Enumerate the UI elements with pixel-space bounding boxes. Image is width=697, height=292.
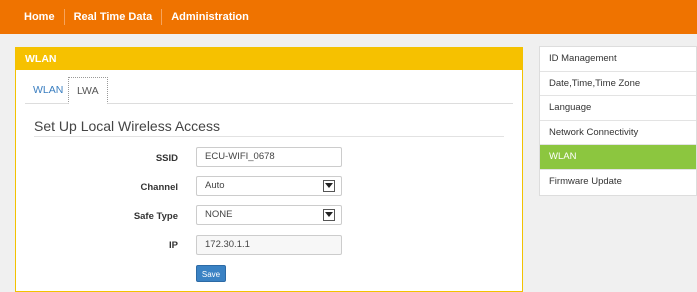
- safe-type-label: Safe Type: [133, 211, 178, 222]
- channel-select[interactable]: Auto: [196, 176, 342, 196]
- safe-type-value: NONE: [205, 209, 233, 220]
- section-divider: [34, 136, 504, 137]
- ip-input[interactable]: 172.30.1.1: [196, 235, 342, 255]
- ip-value: 172.30.1.1: [205, 239, 250, 250]
- sidebar-item-language[interactable]: Language: [540, 96, 696, 121]
- sidebar-item-firmware-update[interactable]: Firmware Update: [540, 170, 696, 195]
- ssid-input[interactable]: ECU-WIFI_0678: [196, 147, 342, 167]
- top-navigation-bar: Home Real Time Data Administration: [0, 0, 697, 34]
- wlan-panel: WLAN WLAN LWA Set Up Local Wireless Acce…: [15, 47, 523, 292]
- nav-real-time-data[interactable]: Real Time Data: [65, 9, 162, 25]
- sidebar-item-id-management[interactable]: ID Management: [540, 47, 696, 72]
- chevron-down-icon: [323, 209, 335, 221]
- tab-lwa[interactable]: LWA: [68, 77, 108, 104]
- ssid-label: SSID: [155, 153, 178, 164]
- nav-administration[interactable]: Administration: [162, 9, 258, 25]
- ip-label: IP: [169, 240, 178, 251]
- sidebar-item-wlan[interactable]: WLAN: [540, 145, 696, 170]
- save-button[interactable]: Save: [196, 265, 226, 282]
- sidebar-item-network-connectivity[interactable]: Network Connectivity: [540, 121, 696, 146]
- panel-title: WLAN: [16, 48, 522, 70]
- chevron-down-icon: [323, 180, 335, 192]
- tab-wlan[interactable]: WLAN: [25, 77, 71, 104]
- nav-home[interactable]: Home: [14, 9, 64, 25]
- sidebar-item-date-time[interactable]: Date,Time,Time Zone: [540, 72, 696, 97]
- ssid-value: ECU-WIFI_0678: [205, 151, 275, 162]
- channel-value: Auto: [205, 180, 225, 191]
- admin-sidebar: ID Management Date,Time,Time Zone Langua…: [539, 46, 697, 196]
- safe-type-select[interactable]: NONE: [196, 205, 342, 225]
- tab-bar: WLAN LWA: [25, 77, 513, 104]
- channel-label: Channel: [140, 182, 178, 193]
- section-title: Set Up Local Wireless Access: [34, 118, 220, 134]
